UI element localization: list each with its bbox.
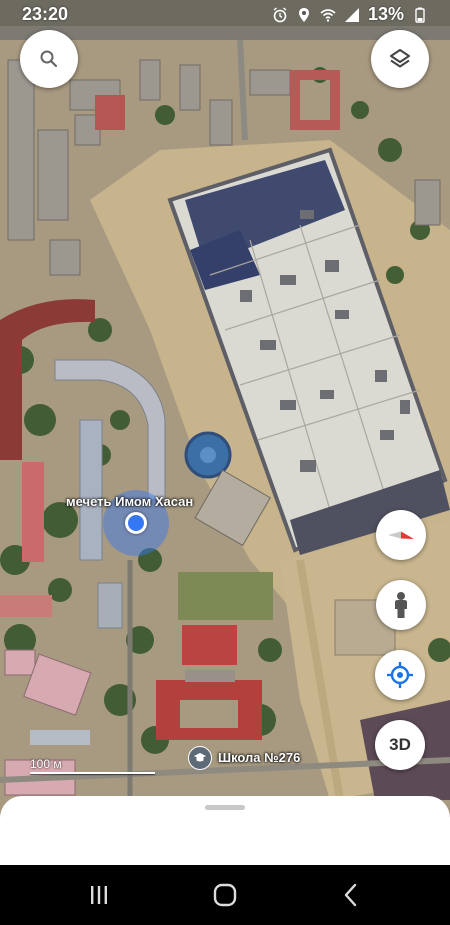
my-location-icon — [387, 662, 413, 688]
signal-icon — [344, 7, 359, 22]
layers-icon — [390, 49, 410, 68]
3d-toggle-button[interactable]: 3D — [375, 720, 425, 770]
wifi-icon — [320, 8, 336, 22]
battery-icon — [415, 7, 425, 23]
poi-label-mosque[interactable]: мечеть Имом Хасан — [66, 494, 193, 509]
scale-line — [30, 772, 155, 774]
system-nav-bar — [0, 865, 450, 925]
bottom-sheet[interactable] — [0, 796, 450, 865]
search-button[interactable] — [20, 30, 78, 88]
recent-apps-icon[interactable] — [84, 883, 114, 907]
my-location-dot — [125, 512, 147, 534]
back-icon[interactable] — [336, 883, 366, 907]
graduation-cap-icon — [194, 753, 206, 762]
status-bar: 23:20 13% — [0, 0, 450, 30]
compass-button[interactable] — [376, 510, 426, 560]
status-time: 23:20 — [22, 4, 69, 24]
compass-icon — [388, 531, 414, 539]
search-icon — [40, 50, 58, 68]
scale-bar: 100 м — [30, 757, 155, 774]
poi-label-school[interactable]: Школа №276 — [218, 750, 300, 765]
layers-button[interactable] — [371, 30, 429, 88]
school-marker[interactable] — [188, 746, 212, 770]
my-location-button[interactable] — [375, 650, 425, 700]
street-view-button[interactable] — [376, 580, 426, 630]
location-icon — [298, 7, 309, 22]
home-icon[interactable] — [210, 883, 240, 907]
pegman-icon — [395, 592, 407, 618]
scale-label: 100 м — [30, 757, 62, 771]
alarm-icon — [273, 6, 287, 22]
battery-percent: 13% — [367, 4, 404, 24]
bottom-sheet-handle[interactable] — [205, 805, 245, 810]
